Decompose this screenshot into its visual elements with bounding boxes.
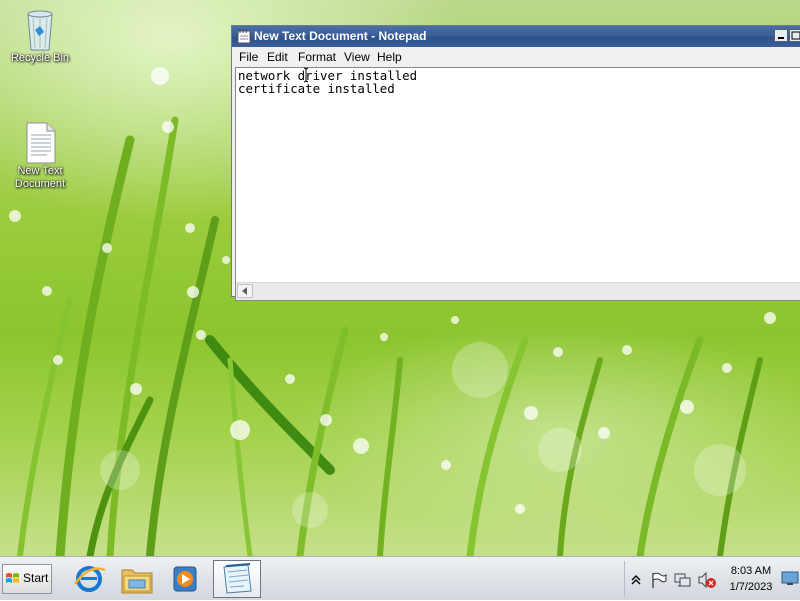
document-text[interactable]: network driver installed certificate ins… — [238, 69, 417, 95]
clock-date[interactable]: 1/7/2023 — [715, 581, 787, 593]
menu-help[interactable]: Help — [377, 50, 402, 64]
taskbar-windows-explorer[interactable] — [115, 560, 159, 598]
desktop-icon-label: New Text Document — [14, 165, 66, 190]
arrow-left-icon — [242, 287, 247, 295]
scroll-left-button[interactable] — [237, 284, 253, 298]
desktop-icon-label: Recycle Bin — [10, 52, 70, 64]
text-editor-area[interactable]: network driver installed certificate ins… — [235, 67, 800, 301]
menu-format[interactable]: Format — [298, 50, 336, 64]
start-label: Start — [23, 571, 49, 585]
show-hidden-icons-chevron[interactable] — [630, 573, 642, 587]
windows-logo-icon — [6, 573, 19, 583]
minimize-button[interactable] — [774, 29, 788, 42]
desktop: Recycle Bin New Text Document New Text D… — [0, 0, 800, 556]
clock-time[interactable]: 8:03 AM — [715, 565, 787, 577]
taskbar-notepad[interactable] — [213, 560, 261, 598]
taskbar-media-player[interactable] — [163, 560, 207, 598]
menubar: File Edit Format View Help — [232, 47, 800, 67]
internet-explorer-icon — [73, 566, 106, 592]
desktop-icon-new-text-document[interactable]: New Text Document — [2, 121, 78, 191]
action-center-flag-icon[interactable] — [650, 571, 668, 589]
window-title: New Text Document - Notepad — [254, 29, 427, 43]
notepad-icon — [237, 29, 251, 44]
menu-view[interactable]: View — [344, 50, 370, 64]
start-button[interactable]: Start — [2, 564, 52, 594]
menu-edit[interactable]: Edit — [267, 50, 288, 64]
system-tray: 8:03 AM 1/7/2023 — [624, 561, 800, 597]
notepad-window: New Text Document - Notepad File Edit Fo… — [231, 25, 800, 301]
recycle-bin-icon — [27, 10, 53, 51]
volume-muted-icon[interactable] — [697, 571, 717, 589]
taskbar-internet-explorer[interactable] — [67, 560, 111, 598]
minimize-icon — [778, 37, 784, 39]
media-player-icon — [173, 566, 197, 592]
network-icon[interactable] — [673, 571, 691, 589]
horizontal-scrollbar[interactable] — [236, 282, 800, 300]
desktop-icon-recycle-bin[interactable]: Recycle Bin — [2, 6, 78, 65]
show-desktop-icon[interactable] — [781, 570, 799, 586]
ibeam-cursor-icon — [304, 67, 309, 83]
maximize-button[interactable] — [789, 29, 800, 42]
window-titlebar[interactable]: New Text Document - Notepad — [232, 26, 800, 47]
notepad-icon — [223, 563, 252, 594]
menu-file[interactable]: File — [239, 50, 258, 64]
maximize-icon — [791, 31, 800, 40]
taskbar: Start 8:03 AM 1/7/2023 — [0, 556, 800, 600]
windows-explorer-icon — [121, 569, 153, 594]
text-document-icon — [26, 122, 56, 164]
